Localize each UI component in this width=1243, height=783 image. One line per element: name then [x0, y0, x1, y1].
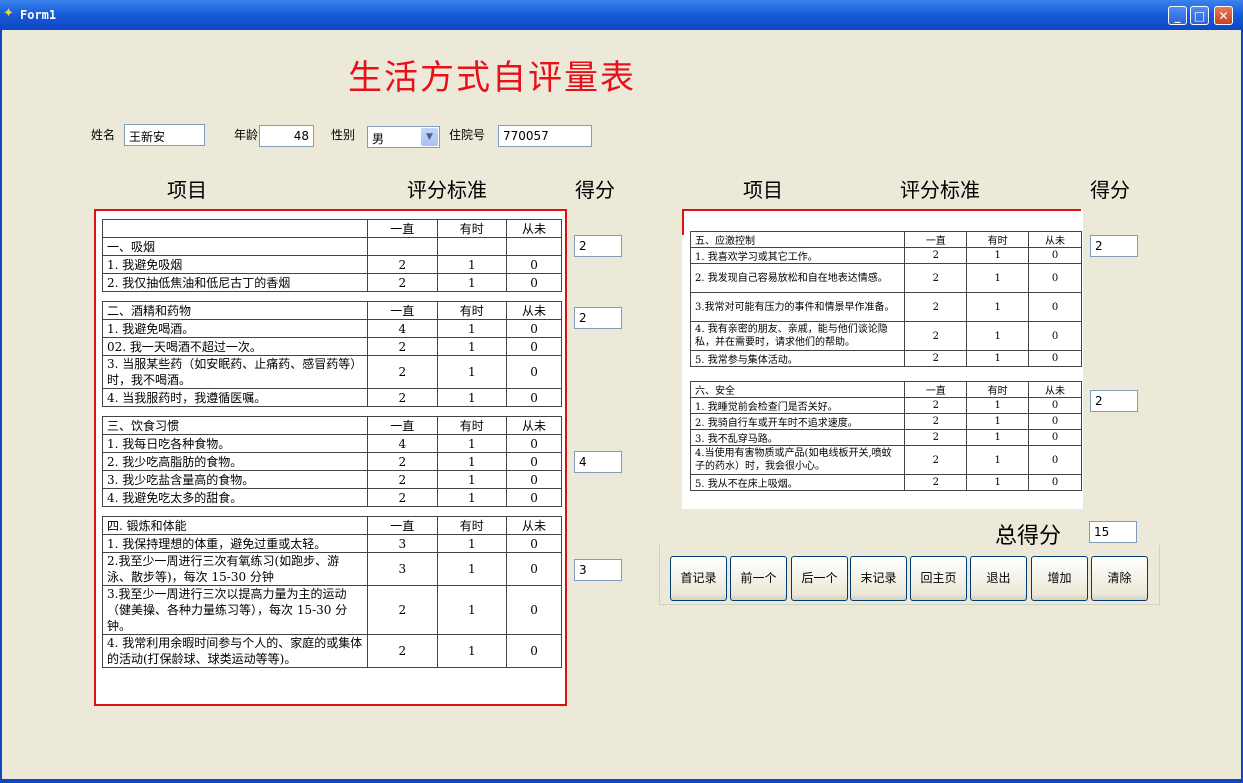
clear-button[interactable]: 清除: [1091, 556, 1148, 601]
red-frame-right-top: [682, 209, 1081, 211]
scale-image-left: 一直 有时 从未 一、吸烟 1. 我避免吸烟 2 1 0 2. 我仅抽低焦油和低尼古丁…: [94, 209, 567, 706]
name-field[interactable]: 王新安: [124, 124, 205, 146]
form-heading: 生活方式自评量表: [348, 58, 636, 98]
add-button[interactable]: 增加: [1031, 556, 1088, 601]
red-frame-left: [94, 209, 567, 706]
col-header-item-left: 项目: [167, 178, 207, 202]
close-button[interactable]: ✕: [1214, 6, 1233, 25]
scale-table-right: 五、应激控制 一直 有时 从未 1. 我喜欢学习或其它工作。 2 1 0 2. 我发现自己容…: [689, 231, 1082, 491]
total-score-field[interactable]: 15: [1089, 521, 1137, 543]
exit-button[interactable]: 退出: [970, 556, 1027, 601]
gender-label: 性别: [331, 128, 356, 142]
item-text: 2. 我发现自己容易放松和自在地表达情感。: [689, 263, 906, 293]
maximize-button[interactable]: □: [1190, 6, 1209, 25]
col-header-score-right: 得分: [1090, 178, 1130, 202]
score-field-alcohol[interactable]: 2: [574, 307, 622, 329]
col-header-item-right: 项目: [743, 178, 783, 202]
section-title: 五、应激控制: [689, 231, 906, 248]
item-text: 1. 我睡觉前会检查门是否关好。: [689, 397, 906, 414]
app-icon: ✦: [3, 6, 14, 21]
age-label: 年龄: [234, 128, 259, 142]
window-frame-bottom: [0, 779, 1243, 783]
age-field[interactable]: 48: [259, 125, 314, 147]
gender-value: 男: [372, 132, 385, 146]
item-text: 5. 我从不在床上吸烟。: [689, 474, 906, 491]
admission-field[interactable]: 770057: [498, 125, 592, 147]
minimize-button[interactable]: _: [1168, 6, 1187, 25]
item-text: 5. 我常参与集体活动。: [689, 350, 906, 367]
item-text: 3. 我不乱穿马路。: [689, 429, 906, 446]
score-field-exercise[interactable]: 3: [574, 559, 622, 581]
item-text: 4. 我有亲密的朋友、亲戚，能与他们谈论隐私，并在需要时，请求他们的帮助。: [689, 321, 906, 351]
score-field-smoking[interactable]: 2: [574, 235, 622, 257]
item-text: 4.当使用有害物质或产品(如电线板开关,喷蚊子的药水）时，我会很小心。: [689, 445, 906, 475]
score-field-safety[interactable]: 2: [1090, 390, 1138, 412]
admission-label: 住院号: [449, 128, 486, 142]
gender-select[interactable]: 男 ▼: [367, 126, 440, 148]
section-title: 六、安全: [689, 381, 906, 398]
window-frame-left: [0, 30, 2, 783]
col-header-criteria-right: 评分标准: [900, 178, 980, 202]
scale-image-right: 五、应激控制 一直 有时 从未 1. 我喜欢学习或其它工作。 2 1 0 2. 我发现自己容…: [682, 209, 1083, 509]
item-text: 3.我常对可能有压力的事件和情景早作准备。: [689, 292, 906, 322]
next-button[interactable]: 后一个: [791, 556, 848, 601]
red-frame-right-left: [682, 209, 684, 235]
last-record-button[interactable]: 末记录: [850, 556, 907, 601]
first-record-button[interactable]: 首记录: [670, 556, 727, 601]
chevron-down-icon[interactable]: ▼: [421, 128, 438, 146]
title-bar[interactable]: ✦ Form1 _ □ ✕: [0, 0, 1243, 30]
score-field-stress[interactable]: 2: [1090, 235, 1138, 257]
col-header-criteria-left: 评分标准: [407, 178, 487, 202]
item-text: 2. 我骑自行车或开车时不追求速度。: [689, 413, 906, 430]
previous-button[interactable]: 前一个: [730, 556, 787, 601]
window-title: Form1: [20, 8, 57, 22]
score-field-diet[interactable]: 4: [574, 451, 622, 473]
home-button[interactable]: 回主页: [910, 556, 967, 601]
name-label: 姓名: [91, 128, 116, 142]
item-text: 1. 我喜欢学习或其它工作。: [689, 247, 906, 264]
col-header-score-left: 得分: [575, 178, 615, 202]
